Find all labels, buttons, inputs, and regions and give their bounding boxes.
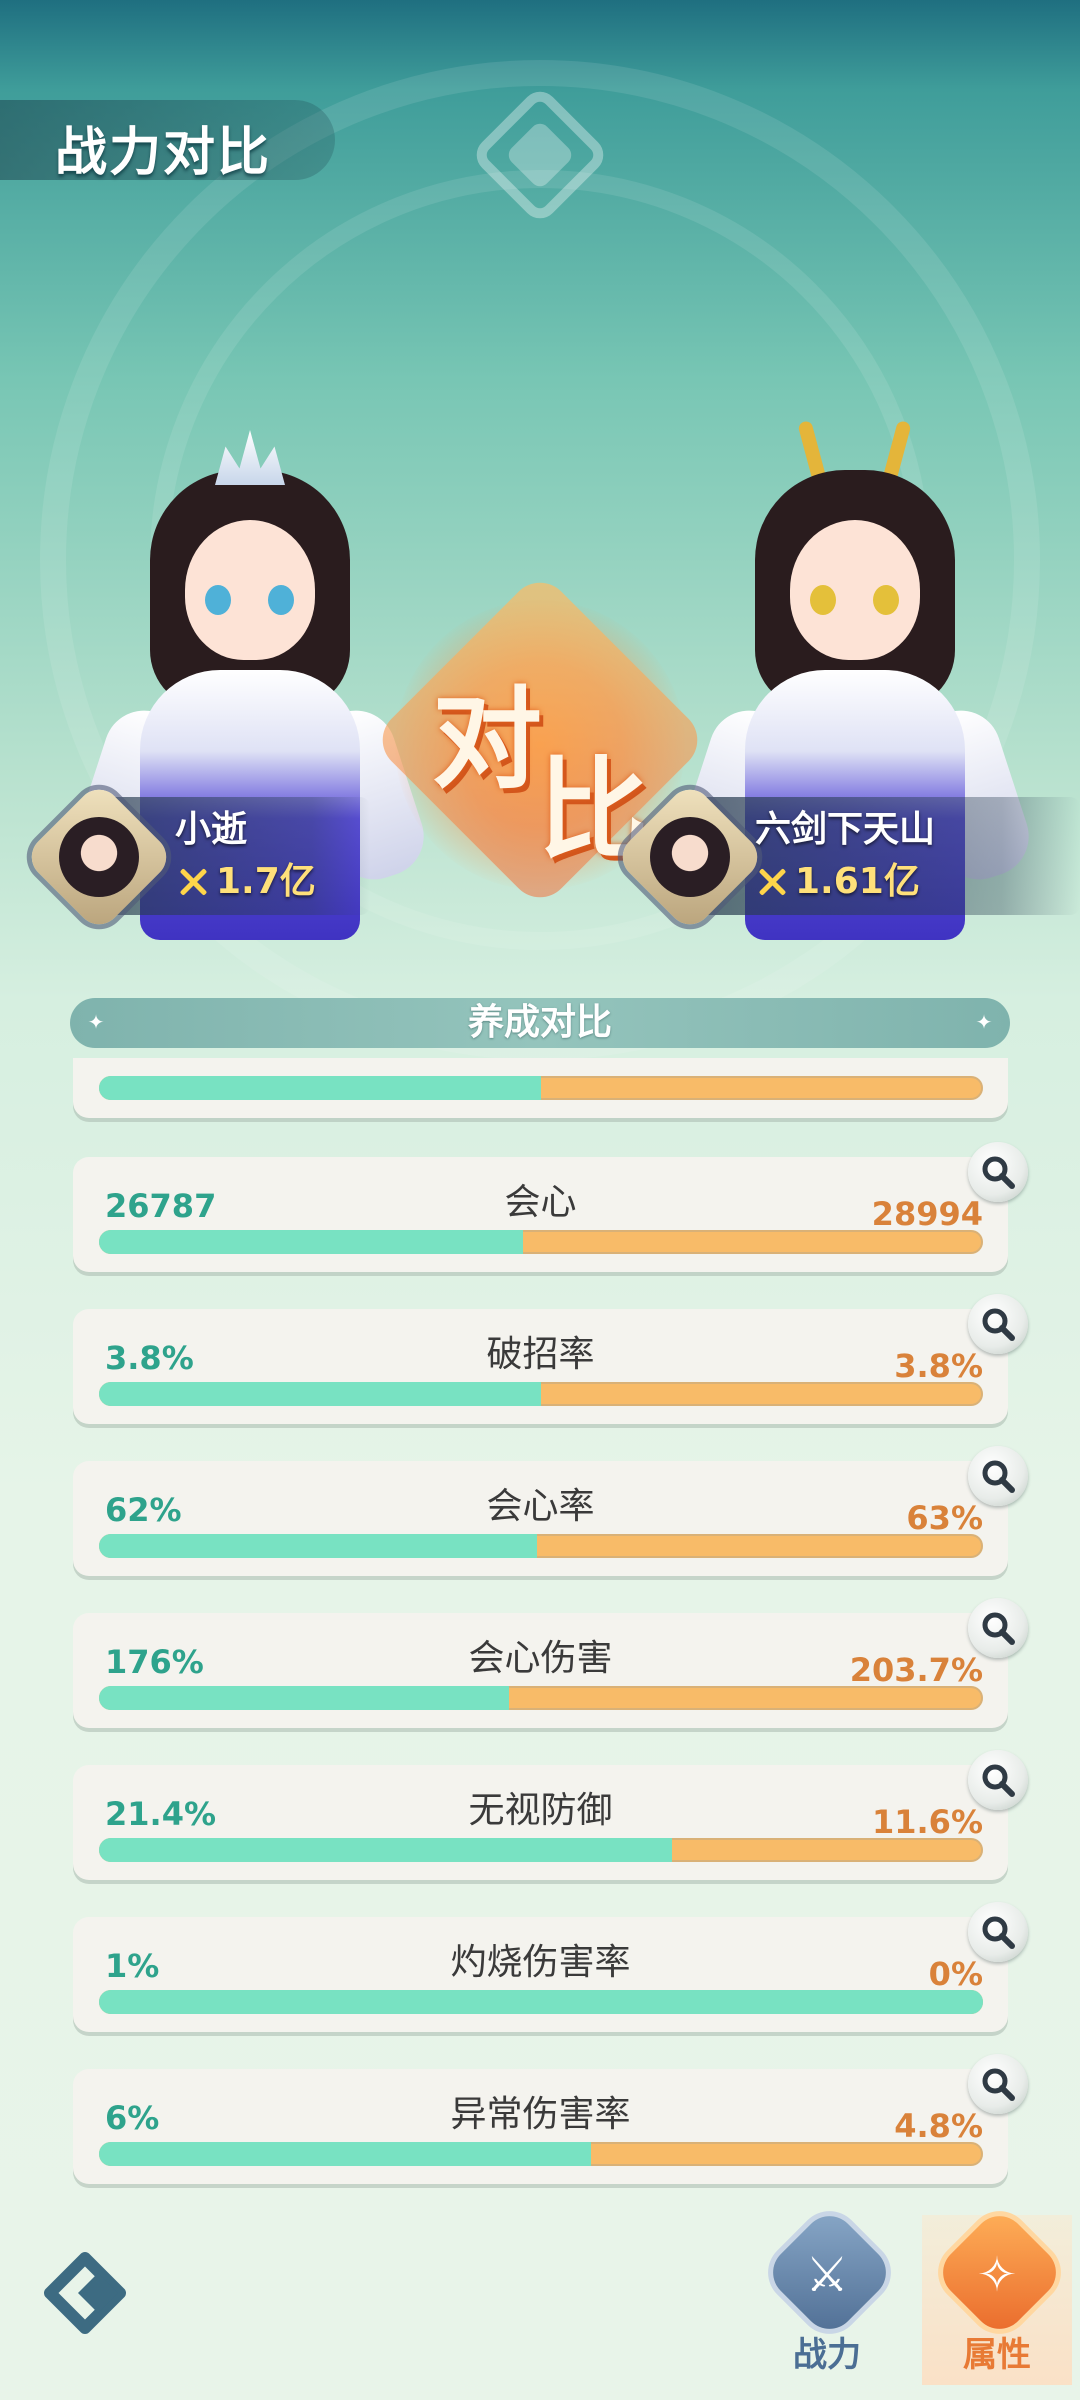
stat-bar-left-fill — [99, 1230, 524, 1254]
stat-bar-left-fill — [99, 2142, 591, 2166]
stat-bar — [99, 2142, 983, 2166]
tab-power[interactable]: ⚔ 战力 — [762, 2205, 897, 2385]
stat-right-value: 63% — [906, 1499, 983, 1537]
stat-name: 灼烧伤害率 — [450, 1942, 631, 1983]
magnifier-button[interactable] — [968, 1446, 1028, 1506]
tab-attributes[interactable]: ✧ 属性 — [922, 2205, 1072, 2385]
stat-bar-left-fill — [99, 1534, 538, 1558]
stat-card: 26787 会心 28994 — [73, 1142, 1028, 1272]
sparkle-icon: ✦ — [975, 1010, 993, 1034]
section-header: ✦ 养成对比 ✦ — [70, 998, 1010, 1048]
magnifier-icon — [982, 1308, 1015, 1341]
stat-bar — [99, 1534, 983, 1558]
magnifier-button[interactable] — [968, 1142, 1028, 1202]
stat-bar — [99, 1230, 983, 1254]
stat-bar — [99, 1382, 983, 1406]
back-arrow-icon[interactable] — [40, 2248, 140, 2338]
stat-name: 破招率 — [486, 1334, 595, 1375]
stat-name: 会心 — [504, 1182, 577, 1223]
magnifier-button[interactable] — [968, 1598, 1028, 1658]
stat-bar — [99, 1076, 983, 1100]
magnifier-button[interactable] — [968, 1750, 1028, 1810]
tab-power-label: 战力 — [793, 2335, 861, 2375]
section-title: 养成对比 — [467, 1002, 612, 1043]
magnifier-icon — [982, 1460, 1015, 1493]
stat-bar — [99, 1686, 983, 1710]
stat-card: 21.4% 无视防御 11.6% — [73, 1750, 1028, 1880]
stat-right-value: 0% — [928, 1955, 983, 1993]
stat-card: 62% 会心率 63% — [73, 1446, 1028, 1576]
stat-card: 176% 会心伤害 203.7% — [73, 1598, 1028, 1728]
stat-bar — [99, 1838, 983, 1862]
stat-bar-left-fill — [99, 1382, 541, 1406]
stat-bar-left-fill — [99, 1990, 983, 2014]
tiara-decoration — [215, 430, 285, 485]
stat-right-value: 203.7% — [849, 1651, 983, 1689]
stat-name: 无视防御 — [468, 1790, 613, 1831]
stat-right-value: 3.8% — [894, 1347, 983, 1385]
stat-card-partial — [73, 1058, 1008, 1118]
stat-right-value: 28994 — [871, 1195, 983, 1233]
versus-text-first: 对 — [432, 676, 542, 804]
magnifier-icon — [982, 1612, 1015, 1645]
shield-star-glyph: ✧ — [976, 2247, 1018, 2303]
right-player-power-value: 1.61亿 — [795, 861, 920, 902]
swords-glyph: ⚔ — [805, 2247, 849, 2303]
stat-name: 异常伤害率 — [450, 2094, 631, 2135]
stat-card: 1% 灼烧伤害率 0% — [73, 1902, 1028, 2032]
page-title: 战力对比 — [55, 123, 272, 183]
right-player-power: 1.61亿 — [757, 852, 920, 904]
stat-bar-left-fill — [99, 1838, 672, 1862]
stat-card: 3.8% 破招率 3.8% — [73, 1294, 1028, 1424]
stat-bar-left-fill — [99, 1076, 541, 1100]
stat-bar — [99, 1990, 983, 2014]
magnifier-icon — [982, 1916, 1015, 1949]
magnifier-icon — [982, 2068, 1015, 2101]
crossed-swords-icon — [757, 867, 787, 897]
magnifier-button[interactable] — [968, 2054, 1028, 2114]
stat-right-value: 4.8% — [894, 2107, 983, 2145]
magnifier-button[interactable] — [968, 1902, 1028, 1962]
magnifier-button[interactable] — [968, 1294, 1028, 1354]
left-player-power-value: 1.7亿 — [216, 861, 316, 902]
stat-right-value: 11.6% — [871, 1803, 983, 1841]
magnifier-icon — [982, 1764, 1015, 1797]
crossed-swords-icon — [178, 867, 208, 897]
stat-name: 会心率 — [486, 1486, 595, 1527]
right-player-name: 六剑下天山 — [755, 809, 936, 850]
left-player-power: 1.7亿 — [178, 852, 316, 904]
stat-bar-left-fill — [99, 1686, 510, 1710]
tab-attributes-label: 属性 — [963, 2335, 1031, 2375]
stat-card: 6% 异常伤害率 4.8% — [73, 2054, 1028, 2184]
left-player-name: 小逝 — [175, 809, 248, 850]
magnifier-icon — [982, 1156, 1015, 1189]
